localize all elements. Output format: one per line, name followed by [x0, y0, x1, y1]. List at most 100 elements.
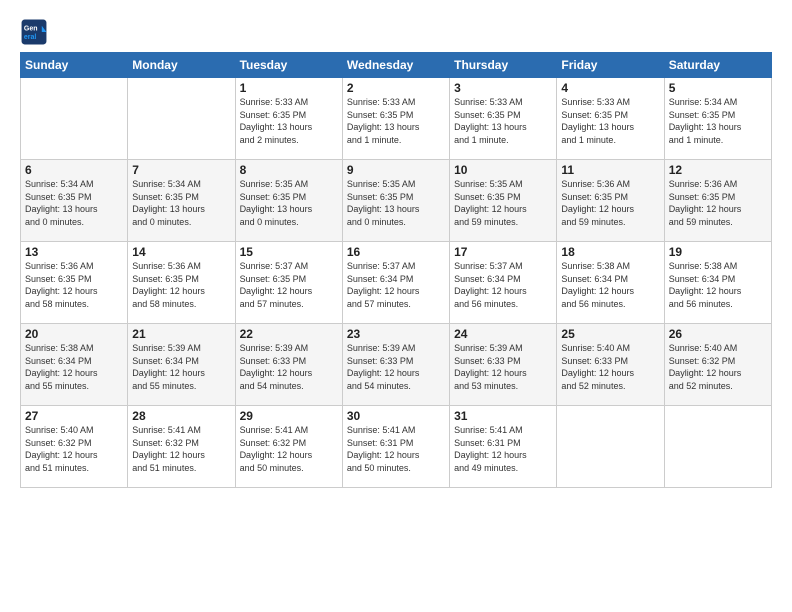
day-number: 2: [347, 81, 445, 95]
calendar-table: SundayMondayTuesdayWednesdayThursdayFrid…: [20, 52, 772, 488]
day-info: Sunrise: 5:36 AM Sunset: 6:35 PM Dayligh…: [132, 260, 230, 310]
calendar-cell: [664, 406, 771, 488]
day-number: 12: [669, 163, 767, 177]
calendar-cell: 31Sunrise: 5:41 AM Sunset: 6:31 PM Dayli…: [450, 406, 557, 488]
calendar-cell: 28Sunrise: 5:41 AM Sunset: 6:32 PM Dayli…: [128, 406, 235, 488]
calendar-cell: 2Sunrise: 5:33 AM Sunset: 6:35 PM Daylig…: [342, 78, 449, 160]
day-info: Sunrise: 5:41 AM Sunset: 6:32 PM Dayligh…: [240, 424, 338, 474]
day-number: 15: [240, 245, 338, 259]
calendar-cell: 10Sunrise: 5:35 AM Sunset: 6:35 PM Dayli…: [450, 160, 557, 242]
calendar-cell: [21, 78, 128, 160]
calendar-cell: 18Sunrise: 5:38 AM Sunset: 6:34 PM Dayli…: [557, 242, 664, 324]
day-info: Sunrise: 5:35 AM Sunset: 6:35 PM Dayligh…: [347, 178, 445, 228]
day-info: Sunrise: 5:40 AM Sunset: 6:32 PM Dayligh…: [25, 424, 123, 474]
calendar-cell: 20Sunrise: 5:38 AM Sunset: 6:34 PM Dayli…: [21, 324, 128, 406]
weekday-header: Tuesday: [235, 53, 342, 78]
day-info: Sunrise: 5:39 AM Sunset: 6:33 PM Dayligh…: [347, 342, 445, 392]
calendar-cell: 19Sunrise: 5:38 AM Sunset: 6:34 PM Dayli…: [664, 242, 771, 324]
day-number: 18: [561, 245, 659, 259]
day-number: 26: [669, 327, 767, 341]
day-number: 22: [240, 327, 338, 341]
calendar-cell: 6Sunrise: 5:34 AM Sunset: 6:35 PM Daylig…: [21, 160, 128, 242]
calendar-cell: 11Sunrise: 5:36 AM Sunset: 6:35 PM Dayli…: [557, 160, 664, 242]
calendar-week-row: 1Sunrise: 5:33 AM Sunset: 6:35 PM Daylig…: [21, 78, 772, 160]
weekday-header: Monday: [128, 53, 235, 78]
header: Gen eral: [20, 18, 772, 46]
day-info: Sunrise: 5:33 AM Sunset: 6:35 PM Dayligh…: [240, 96, 338, 146]
day-info: Sunrise: 5:37 AM Sunset: 6:34 PM Dayligh…: [454, 260, 552, 310]
day-info: Sunrise: 5:40 AM Sunset: 6:32 PM Dayligh…: [669, 342, 767, 392]
weekday-header: Wednesday: [342, 53, 449, 78]
calendar-week-row: 20Sunrise: 5:38 AM Sunset: 6:34 PM Dayli…: [21, 324, 772, 406]
calendar-week-row: 27Sunrise: 5:40 AM Sunset: 6:32 PM Dayli…: [21, 406, 772, 488]
day-info: Sunrise: 5:40 AM Sunset: 6:33 PM Dayligh…: [561, 342, 659, 392]
day-info: Sunrise: 5:41 AM Sunset: 6:32 PM Dayligh…: [132, 424, 230, 474]
weekday-row: SundayMondayTuesdayWednesdayThursdayFrid…: [21, 53, 772, 78]
day-info: Sunrise: 5:35 AM Sunset: 6:35 PM Dayligh…: [454, 178, 552, 228]
day-info: Sunrise: 5:41 AM Sunset: 6:31 PM Dayligh…: [347, 424, 445, 474]
day-number: 20: [25, 327, 123, 341]
day-number: 30: [347, 409, 445, 423]
weekday-header: Saturday: [664, 53, 771, 78]
calendar-cell: 22Sunrise: 5:39 AM Sunset: 6:33 PM Dayli…: [235, 324, 342, 406]
day-number: 25: [561, 327, 659, 341]
calendar-cell: 27Sunrise: 5:40 AM Sunset: 6:32 PM Dayli…: [21, 406, 128, 488]
day-info: Sunrise: 5:36 AM Sunset: 6:35 PM Dayligh…: [669, 178, 767, 228]
calendar-cell: 1Sunrise: 5:33 AM Sunset: 6:35 PM Daylig…: [235, 78, 342, 160]
day-number: 21: [132, 327, 230, 341]
day-info: Sunrise: 5:38 AM Sunset: 6:34 PM Dayligh…: [25, 342, 123, 392]
calendar-cell: 8Sunrise: 5:35 AM Sunset: 6:35 PM Daylig…: [235, 160, 342, 242]
calendar-cell: 7Sunrise: 5:34 AM Sunset: 6:35 PM Daylig…: [128, 160, 235, 242]
day-number: 13: [25, 245, 123, 259]
day-number: 27: [25, 409, 123, 423]
logo-icon: Gen eral: [20, 18, 48, 46]
day-info: Sunrise: 5:36 AM Sunset: 6:35 PM Dayligh…: [25, 260, 123, 310]
calendar-cell: 24Sunrise: 5:39 AM Sunset: 6:33 PM Dayli…: [450, 324, 557, 406]
day-number: 23: [347, 327, 445, 341]
day-info: Sunrise: 5:36 AM Sunset: 6:35 PM Dayligh…: [561, 178, 659, 228]
svg-text:Gen: Gen: [24, 25, 38, 32]
calendar-cell: 5Sunrise: 5:34 AM Sunset: 6:35 PM Daylig…: [664, 78, 771, 160]
day-number: 17: [454, 245, 552, 259]
calendar-cell: 14Sunrise: 5:36 AM Sunset: 6:35 PM Dayli…: [128, 242, 235, 324]
calendar-week-row: 6Sunrise: 5:34 AM Sunset: 6:35 PM Daylig…: [21, 160, 772, 242]
calendar-cell: [128, 78, 235, 160]
calendar-cell: 21Sunrise: 5:39 AM Sunset: 6:34 PM Dayli…: [128, 324, 235, 406]
day-info: Sunrise: 5:38 AM Sunset: 6:34 PM Dayligh…: [669, 260, 767, 310]
calendar-cell: 25Sunrise: 5:40 AM Sunset: 6:33 PM Dayli…: [557, 324, 664, 406]
calendar-cell: 13Sunrise: 5:36 AM Sunset: 6:35 PM Dayli…: [21, 242, 128, 324]
day-number: 7: [132, 163, 230, 177]
day-info: Sunrise: 5:37 AM Sunset: 6:35 PM Dayligh…: [240, 260, 338, 310]
day-number: 14: [132, 245, 230, 259]
day-number: 11: [561, 163, 659, 177]
day-info: Sunrise: 5:33 AM Sunset: 6:35 PM Dayligh…: [454, 96, 552, 146]
calendar-cell: 17Sunrise: 5:37 AM Sunset: 6:34 PM Dayli…: [450, 242, 557, 324]
page-container: Gen eral SundayMondayTuesdayWednesdayThu…: [0, 0, 792, 612]
day-info: Sunrise: 5:33 AM Sunset: 6:35 PM Dayligh…: [347, 96, 445, 146]
weekday-header: Friday: [557, 53, 664, 78]
day-info: Sunrise: 5:34 AM Sunset: 6:35 PM Dayligh…: [132, 178, 230, 228]
calendar-cell: 30Sunrise: 5:41 AM Sunset: 6:31 PM Dayli…: [342, 406, 449, 488]
calendar-cell: 4Sunrise: 5:33 AM Sunset: 6:35 PM Daylig…: [557, 78, 664, 160]
day-info: Sunrise: 5:33 AM Sunset: 6:35 PM Dayligh…: [561, 96, 659, 146]
day-info: Sunrise: 5:34 AM Sunset: 6:35 PM Dayligh…: [25, 178, 123, 228]
day-info: Sunrise: 5:39 AM Sunset: 6:33 PM Dayligh…: [454, 342, 552, 392]
day-info: Sunrise: 5:34 AM Sunset: 6:35 PM Dayligh…: [669, 96, 767, 146]
calendar-body: 1Sunrise: 5:33 AM Sunset: 6:35 PM Daylig…: [21, 78, 772, 488]
day-number: 9: [347, 163, 445, 177]
day-number: 6: [25, 163, 123, 177]
day-info: Sunrise: 5:38 AM Sunset: 6:34 PM Dayligh…: [561, 260, 659, 310]
day-info: Sunrise: 5:39 AM Sunset: 6:34 PM Dayligh…: [132, 342, 230, 392]
day-number: 31: [454, 409, 552, 423]
day-number: 4: [561, 81, 659, 95]
day-number: 1: [240, 81, 338, 95]
day-info: Sunrise: 5:37 AM Sunset: 6:34 PM Dayligh…: [347, 260, 445, 310]
day-info: Sunrise: 5:41 AM Sunset: 6:31 PM Dayligh…: [454, 424, 552, 474]
calendar-cell: 16Sunrise: 5:37 AM Sunset: 6:34 PM Dayli…: [342, 242, 449, 324]
calendar-cell: 26Sunrise: 5:40 AM Sunset: 6:32 PM Dayli…: [664, 324, 771, 406]
day-info: Sunrise: 5:35 AM Sunset: 6:35 PM Dayligh…: [240, 178, 338, 228]
calendar-cell: [557, 406, 664, 488]
day-number: 28: [132, 409, 230, 423]
svg-text:eral: eral: [24, 34, 37, 41]
day-number: 3: [454, 81, 552, 95]
